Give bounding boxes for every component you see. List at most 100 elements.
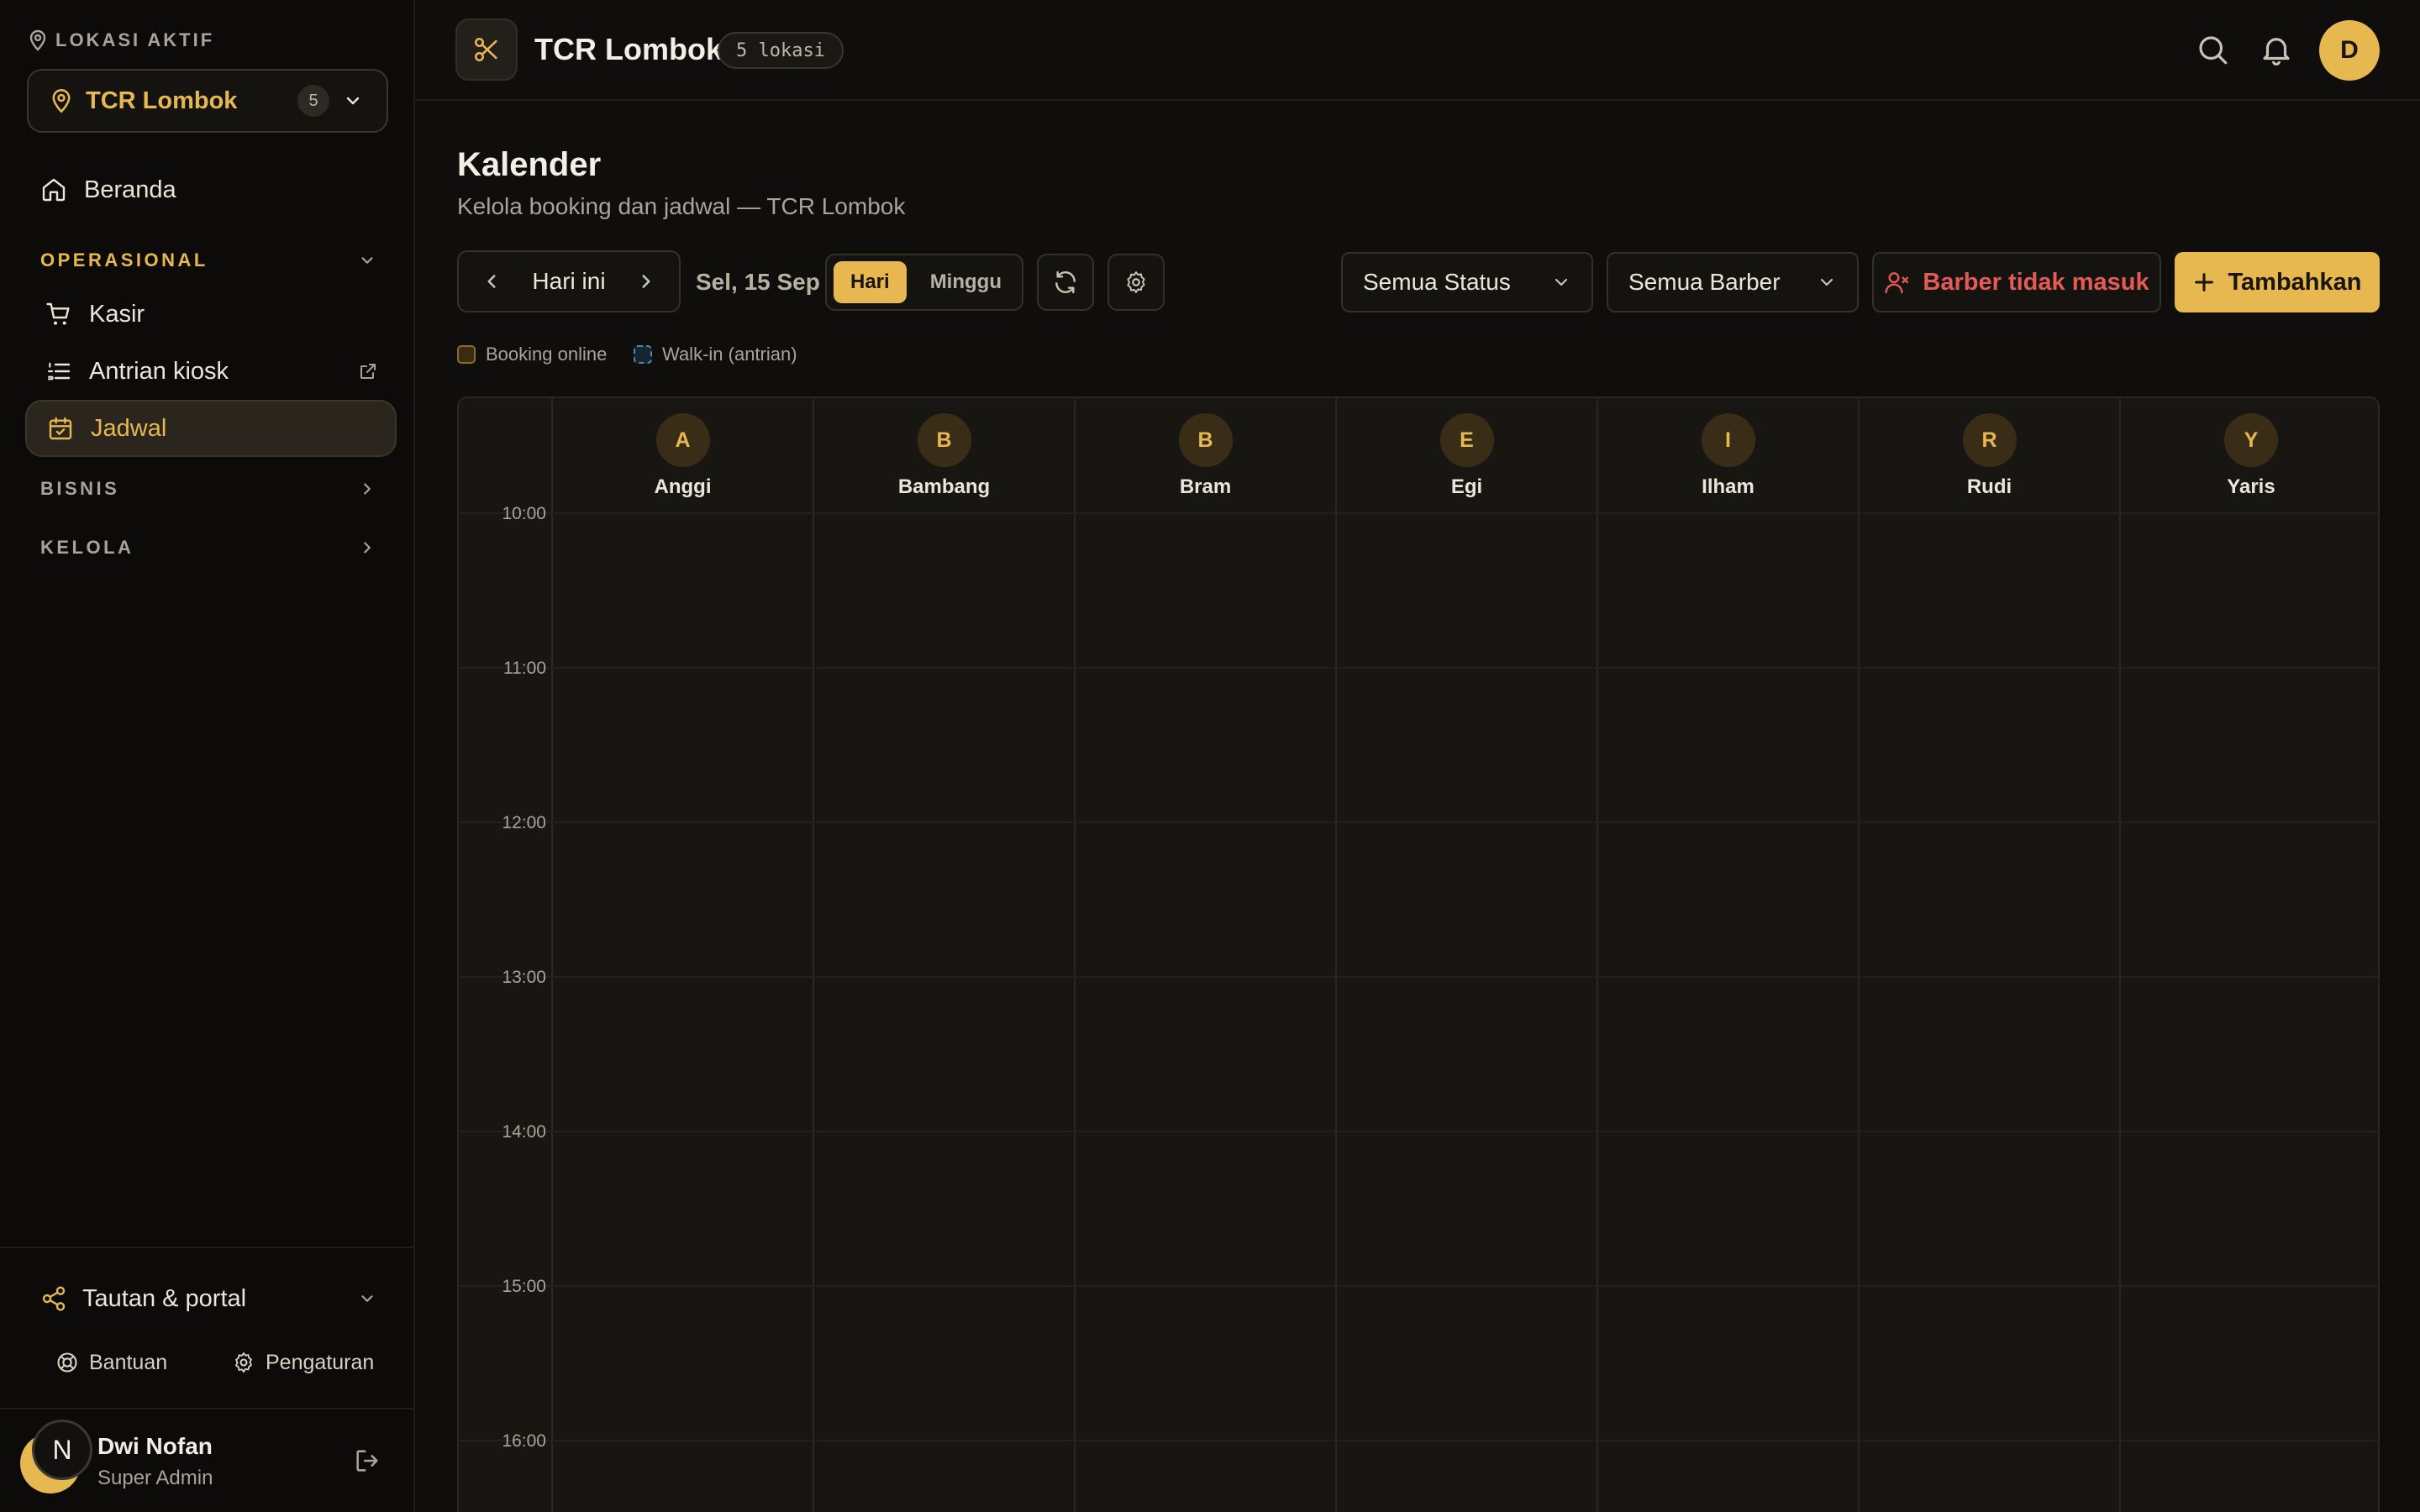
settings-link[interactable]: Pengaturan xyxy=(232,1344,374,1381)
app-logo[interactable] xyxy=(455,18,518,81)
barber-name: Anggi xyxy=(654,475,712,498)
chevron-down-icon xyxy=(343,91,363,111)
share-icon xyxy=(40,1285,67,1312)
chevron-down-icon xyxy=(1551,272,1571,292)
hour-label: 14:00 xyxy=(502,1122,546,1142)
sidebar-item-label: Antrian kiosk xyxy=(89,357,229,385)
chevron-right-icon xyxy=(642,275,650,288)
status-filter-value: Semua Status xyxy=(1363,269,1511,295)
profile-avatar[interactable]: D xyxy=(2319,20,2380,81)
settings-label: Pengaturan xyxy=(266,1350,375,1374)
barber-name: Yaris xyxy=(2227,475,2275,498)
status-filter-select[interactable]: Semua Status xyxy=(1341,252,1593,312)
help-label: Bantuan xyxy=(89,1350,168,1374)
sidebar-item-jadwal[interactable]: Jadwal xyxy=(25,400,397,457)
home-icon xyxy=(40,176,67,203)
hour-line xyxy=(459,667,2378,669)
active-location-text: LOKASI AKTIF xyxy=(55,29,215,50)
barber-column[interactable]: B Bram xyxy=(1076,398,1337,1512)
barber-column[interactable]: A Anggi xyxy=(553,398,814,1512)
section-label: KELOLA xyxy=(40,537,134,558)
location-selector[interactable]: TCR Lombok 5 xyxy=(27,69,388,133)
notifications-button[interactable] xyxy=(2259,32,2294,67)
logout-icon xyxy=(353,1446,381,1475)
prev-day-button[interactable] xyxy=(481,270,502,292)
sidebar-item-label: Beranda xyxy=(84,176,176,203)
sidebar-item-beranda[interactable]: Beranda xyxy=(25,161,397,218)
next-day-button[interactable] xyxy=(635,270,657,292)
cart-icon xyxy=(45,301,72,328)
add-booking-button[interactable]: Tambahkan xyxy=(2175,252,2380,312)
search-button[interactable] xyxy=(2195,32,2230,67)
sidebar: LOKASI AKTIF TCR Lombok 5 Beranda OPERAS… xyxy=(0,0,415,1512)
user-avatar[interactable]: N xyxy=(18,1420,92,1494)
section-label: BISNIS xyxy=(40,478,120,499)
barber-filter-select[interactable]: Semua Barber xyxy=(1607,252,1859,312)
location-count-badge: 5 xyxy=(297,85,329,117)
barber-column[interactable]: Y Yaris xyxy=(2121,398,2378,1512)
user-name: Dwi Nofan xyxy=(97,1433,213,1459)
active-location-label: LOKASI AKTIF xyxy=(29,29,214,52)
user-x-icon xyxy=(1884,269,1911,296)
calendar-settings-button[interactable] xyxy=(1107,254,1165,311)
chevron-right-icon xyxy=(358,480,376,498)
section-operasional[interactable]: OPERASIONAL xyxy=(40,244,376,277)
gear-icon xyxy=(232,1351,255,1374)
lifebuoy-icon xyxy=(55,1351,79,1374)
hour-line xyxy=(459,1285,2378,1287)
bell-icon xyxy=(2259,32,2294,67)
top-header: TCR Lombok 5 lokasi D xyxy=(415,0,2420,101)
barber-column[interactable]: R Rudi xyxy=(1860,398,2121,1512)
barber-avatar: E xyxy=(1439,413,1494,467)
section-kelola[interactable]: KELOLA xyxy=(40,531,376,564)
view-week-button[interactable]: Minggu xyxy=(913,261,1018,303)
add-booking-label: Tambahkan xyxy=(2228,268,2362,296)
legend-swatch-walkin xyxy=(634,345,652,364)
hour-line xyxy=(459,1440,2378,1441)
barber-name: Rudi xyxy=(1966,475,2012,498)
help-link[interactable]: Bantuan xyxy=(55,1344,167,1381)
view-day-button[interactable]: Hari xyxy=(834,261,907,303)
user-role: Super Admin xyxy=(97,1467,213,1489)
chevron-right-icon xyxy=(358,538,376,557)
hour-line xyxy=(459,1131,2378,1132)
logout-button[interactable] xyxy=(353,1446,381,1475)
page-title: Kalender xyxy=(457,146,602,183)
barber-avatar: B xyxy=(917,413,971,467)
legend-online: Booking online xyxy=(457,343,607,366)
today-button[interactable]: Hari ini xyxy=(532,268,605,295)
page-subtitle: Kelola booking dan jadwal — TCR Lombok xyxy=(457,193,906,219)
map-pin-icon xyxy=(50,88,72,113)
refresh-button[interactable] xyxy=(1037,254,1094,311)
barber-filter-value: Semua Barber xyxy=(1628,269,1781,295)
hour-label: 13:00 xyxy=(502,968,546,987)
barber-column[interactable]: B Bambang xyxy=(814,398,1076,1512)
chevron-down-icon xyxy=(1817,272,1837,292)
chevron-left-icon xyxy=(487,275,496,288)
sidebar-item-kasir[interactable]: Kasir xyxy=(25,286,397,343)
brand-title: TCR Lombok xyxy=(534,32,723,66)
legend-swatch-online xyxy=(457,345,476,364)
hour-label: 12:00 xyxy=(502,813,546,832)
sidebar-item-antrian-kiosk[interactable]: Antrian kiosk xyxy=(25,343,397,400)
barber-avatar: R xyxy=(1962,413,2017,467)
barber-absent-label: Barber tidak masuk xyxy=(1923,268,2149,296)
hour-label: 10:00 xyxy=(502,504,546,523)
external-link-icon xyxy=(358,361,378,381)
links-portal-toggle[interactable]: Tautan & portal xyxy=(40,1280,376,1317)
barber-avatar: I xyxy=(1701,413,1755,467)
section-bisnis[interactable]: BISNIS xyxy=(40,472,376,506)
barber-column[interactable]: E Egi xyxy=(1337,398,1598,1512)
list-icon xyxy=(45,358,72,385)
calendar-grid: A Anggi B Bambang B Bram E Egi I Ilham R… xyxy=(457,396,2380,1512)
plus-icon xyxy=(2192,270,2216,294)
scissors-icon xyxy=(472,35,501,64)
barber-name: Bram xyxy=(1179,475,1232,498)
hour-line xyxy=(459,512,2378,514)
user-avatar-initial: N xyxy=(32,1420,92,1480)
locations-count-pill: 5 lokasi xyxy=(718,32,844,69)
barber-column[interactable]: I Ilham xyxy=(1598,398,1860,1512)
barber-name: Bambang xyxy=(897,475,991,498)
sidebar-item-label: Jadwal xyxy=(91,414,167,442)
barber-absent-button[interactable]: Barber tidak masuk xyxy=(1872,252,2161,312)
